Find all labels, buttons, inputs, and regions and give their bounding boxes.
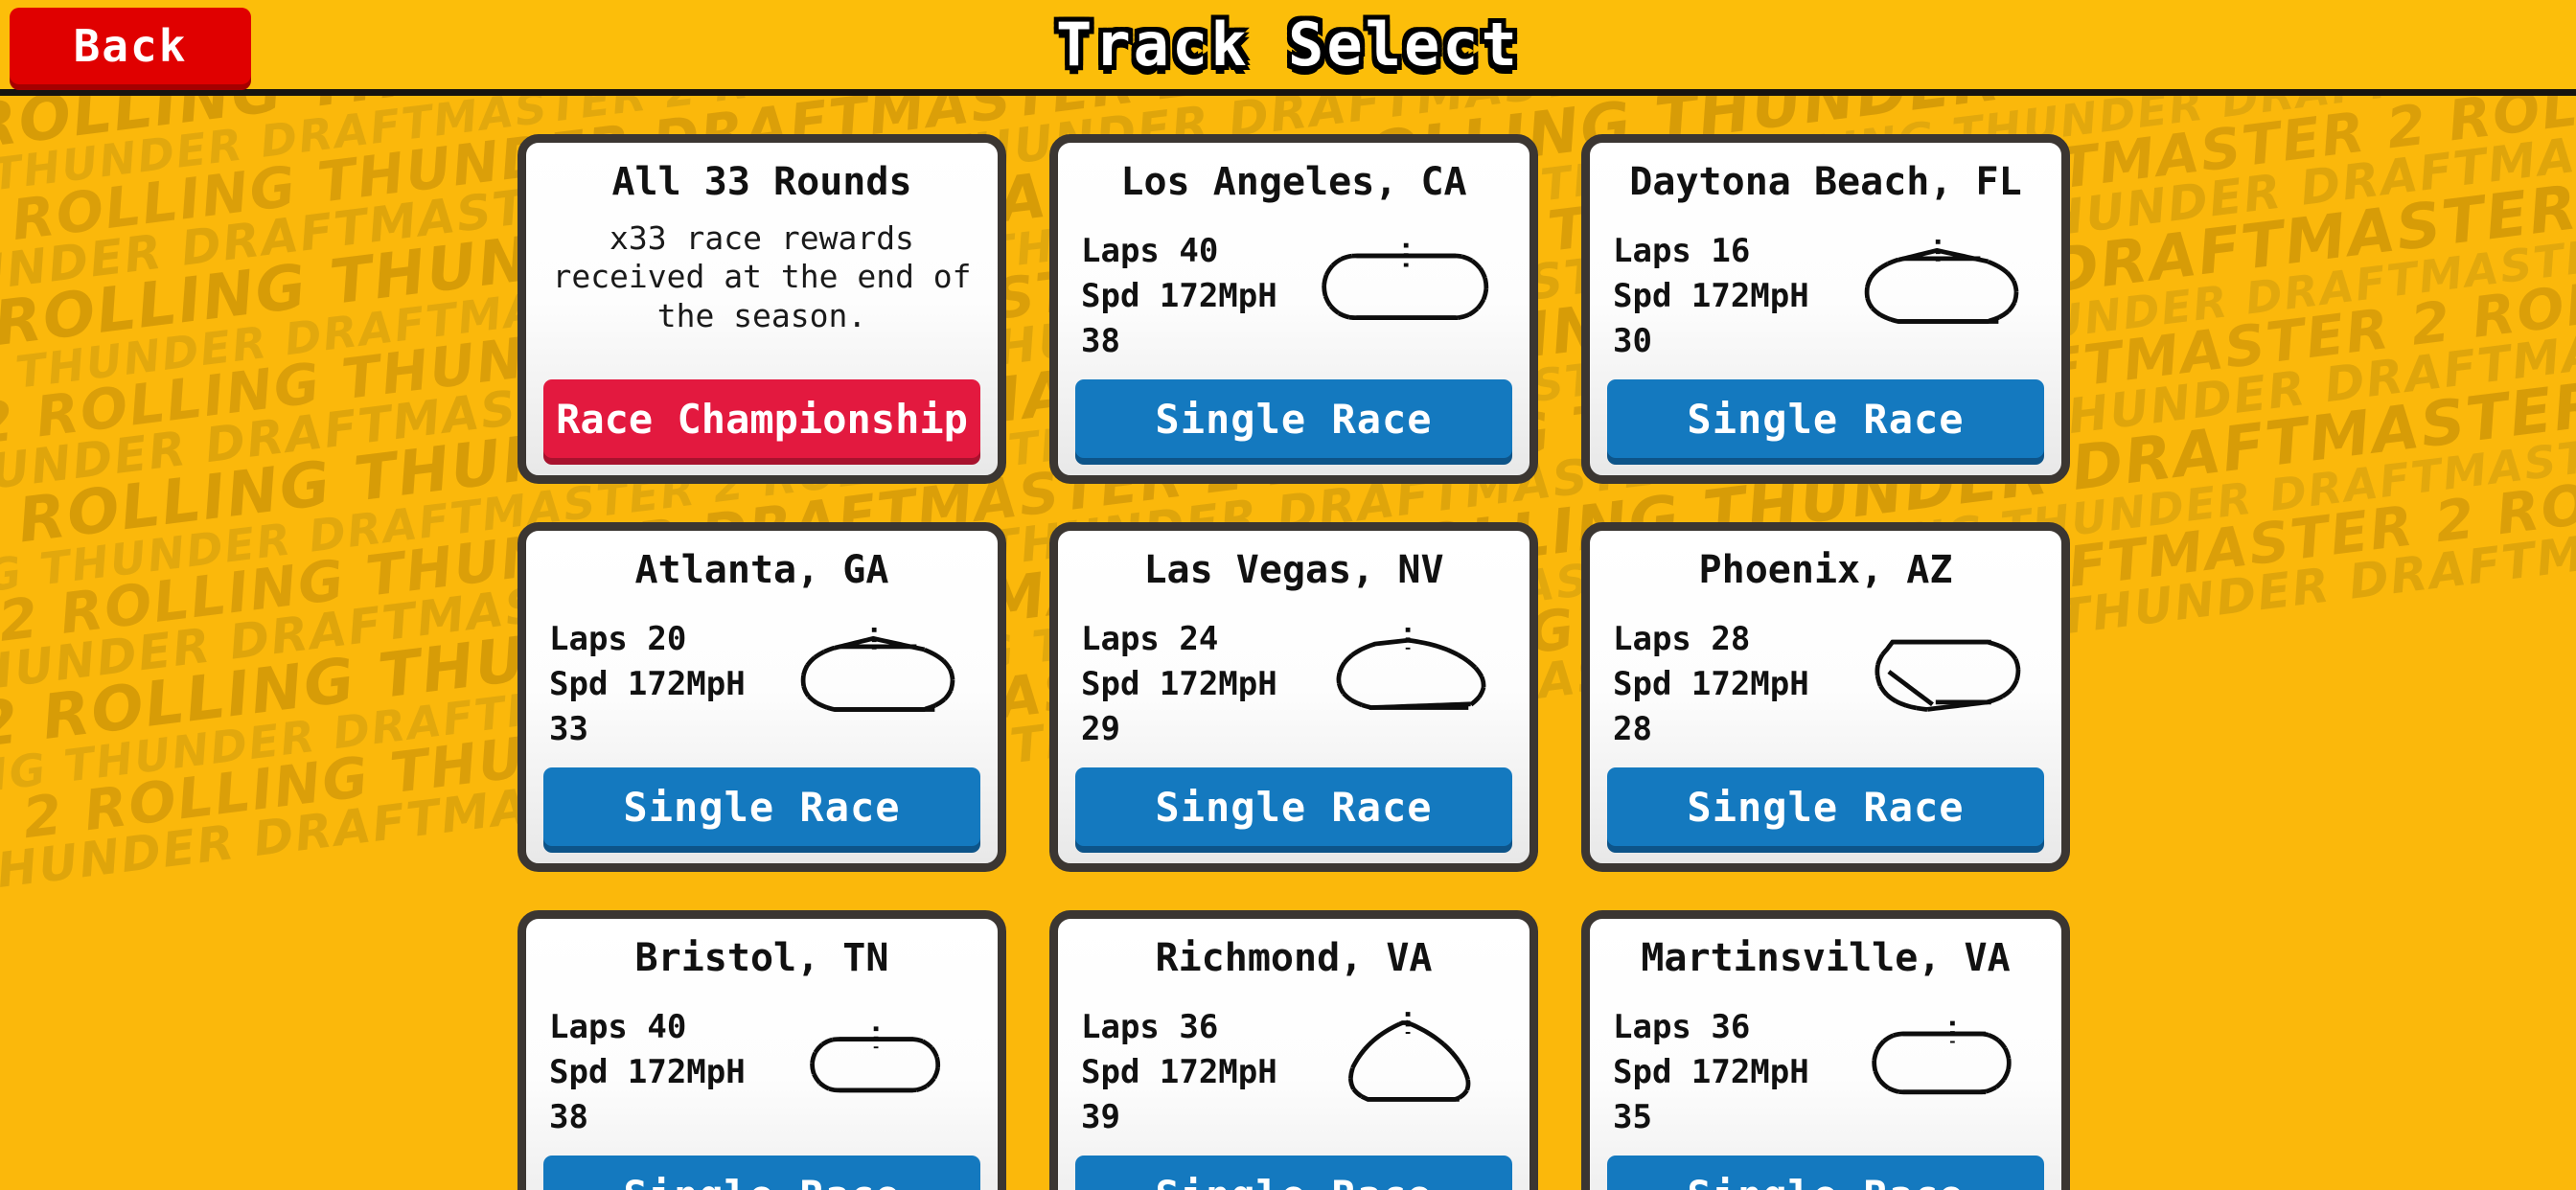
track-card[interactable]: Los Angeles, CA Laps 40 Spd 172MpH 38 Single… <box>1049 134 1538 484</box>
track-card-title: Phoenix, AZ <box>1698 548 1953 592</box>
track-speed: Spd 172MpH <box>1613 664 1809 703</box>
track-card[interactable]: Bristol, TN Laps 40 Spd 172MpH 38 Single Rac… <box>518 910 1006 1190</box>
track-laps: Laps 40 <box>1081 232 1219 270</box>
track-stats: Laps 24 Spd 172MpH 29 <box>1081 617 1277 752</box>
page-title: Track Select <box>1056 9 1520 80</box>
single-race-button-label: Single Race <box>1155 1172 1432 1190</box>
single-race-button-label: Single Race <box>623 783 901 831</box>
track-card-title: Atlanta, GA <box>634 548 889 592</box>
single-race-button-label: Single Race <box>1687 1172 1964 1190</box>
track-stats: Laps 36 Spd 172MpH 35 <box>1613 1005 1809 1140</box>
track-laps: Laps 16 <box>1613 232 1751 270</box>
track-speed: Spd 172MpH <box>1081 664 1277 703</box>
track-value: 29 <box>1081 709 1120 748</box>
track-value: 35 <box>1613 1097 1652 1136</box>
track-layout-icon <box>1319 229 1501 339</box>
track-card-title: Bristol, TN <box>634 936 889 980</box>
single-race-button[interactable]: Single Race <box>1075 767 1512 846</box>
championship-card-description: x33 race rewards received at the end of … <box>552 219 972 334</box>
track-value: 38 <box>1081 321 1120 360</box>
track-layout-icon <box>1851 229 2033 339</box>
single-race-button[interactable]: Single Race <box>1075 379 1512 458</box>
track-card-body: Laps 24 Spd 172MpH 29 <box>1075 617 1512 752</box>
single-race-button-label: Single Race <box>1687 783 1965 831</box>
track-card-body: Laps 36 Spd 172MpH 35 <box>1607 1005 2044 1140</box>
track-stats: Laps 36 Spd 172MpH 39 <box>1081 1005 1277 1140</box>
track-stats: Laps 16 Spd 172MpH 30 <box>1613 229 1809 364</box>
single-race-button[interactable]: Single Race <box>543 1156 980 1190</box>
track-layout-icon <box>1319 1005 1501 1115</box>
track-card-body: Laps 40 Spd 172MpH 38 <box>1075 229 1512 364</box>
track-speed: Spd 172MpH <box>549 1052 746 1091</box>
track-card[interactable]: Atlanta, GA Laps 20 Spd 172MpH 33 Single Rac… <box>518 522 1006 872</box>
track-card[interactable]: Phoenix, AZ Laps 28 Spd 172MpH 28 Single Rac… <box>1581 522 2070 872</box>
race-championship-button[interactable]: Race Championship <box>543 379 980 458</box>
single-race-button[interactable]: Single Race <box>543 767 980 846</box>
track-card-body: Laps 20 Spd 172MpH 33 <box>543 617 980 752</box>
track-card[interactable]: Richmond, VA Laps 36 Spd 172MpH 39 Single Ra… <box>1049 910 1538 1190</box>
track-stats: Laps 28 Spd 172MpH 28 <box>1613 617 1809 752</box>
track-stats: Laps 40 Spd 172MpH 38 <box>549 1005 746 1140</box>
track-stats: Laps 40 Spd 172MpH 38 <box>1081 229 1277 364</box>
track-layout-icon <box>787 1005 969 1115</box>
track-layout-icon <box>1851 1005 2033 1115</box>
track-card[interactable]: Martinsville, VA Laps 36 Spd 172MpH 35 Singl… <box>1581 910 2070 1190</box>
single-race-button[interactable]: Single Race <box>1607 1156 2044 1190</box>
track-laps: Laps 40 <box>549 1008 687 1046</box>
track-value: 39 <box>1081 1097 1120 1136</box>
track-speed: Spd 172MpH <box>1613 276 1809 315</box>
single-race-button-label: Single Race <box>623 1172 900 1190</box>
single-race-button[interactable]: Single Race <box>1607 379 2044 458</box>
track-laps: Laps 36 <box>1081 1008 1219 1046</box>
track-card-grid: All 33 Rounds x33 race rewards received a… <box>518 134 2089 1190</box>
track-card-body: Laps 40 Spd 172MpH 38 <box>543 1005 980 1140</box>
single-race-button-label: Single Race <box>1155 783 1433 831</box>
single-race-button[interactable]: Single Race <box>1075 1156 1512 1190</box>
championship-card[interactable]: All 33 Rounds x33 race rewards received a… <box>518 134 1006 484</box>
track-card-body: Laps 28 Spd 172MpH 28 <box>1607 617 2044 752</box>
championship-card-title: All 33 Rounds <box>611 160 912 204</box>
header-bar: Back Track Select <box>0 0 2576 96</box>
single-race-button-label: Single Race <box>1687 395 1965 443</box>
track-layout-icon <box>1851 617 2033 727</box>
single-race-button[interactable]: Single Race <box>1607 767 2044 846</box>
track-stats: Laps 20 Spd 172MpH 33 <box>549 617 746 752</box>
track-card-title: Daytona Beach, FL <box>1629 160 2022 204</box>
track-card-title: Richmond, VA <box>1155 936 1433 980</box>
single-race-button-label: Single Race <box>1155 395 1433 443</box>
track-card[interactable]: Daytona Beach, FL Laps 16 Spd 172MpH 30 Sing… <box>1581 134 2070 484</box>
track-laps: Laps 24 <box>1081 620 1219 658</box>
track-value: 30 <box>1613 321 1652 360</box>
track-value: 28 <box>1613 709 1652 748</box>
track-speed: Spd 172MpH <box>1613 1052 1809 1091</box>
track-laps: Laps 20 <box>549 620 687 658</box>
track-layout-icon <box>1319 617 1501 727</box>
track-card-title: Martinsville, VA <box>1641 936 2011 980</box>
track-layout-icon <box>787 617 969 727</box>
race-championship-button-label: Race Championship <box>556 395 968 443</box>
track-value: 33 <box>549 709 588 748</box>
track-card-title: Las Vegas, NV <box>1143 548 1444 592</box>
track-speed: Spd 172MpH <box>549 664 746 703</box>
track-speed: Spd 172MpH <box>1081 276 1277 315</box>
track-card-title: Los Angeles, CA <box>1120 160 1467 204</box>
track-laps: Laps 28 <box>1613 620 1751 658</box>
track-value: 38 <box>549 1097 588 1136</box>
track-laps: Laps 36 <box>1613 1008 1751 1046</box>
track-speed: Spd 172MpH <box>1081 1052 1277 1091</box>
track-card-body: Laps 16 Spd 172MpH 30 <box>1607 229 2044 364</box>
track-card-body: Laps 36 Spd 172MpH 39 <box>1075 1005 1512 1140</box>
track-card[interactable]: Las Vegas, NV Laps 24 Spd 172MpH 29 Single R… <box>1049 522 1538 872</box>
